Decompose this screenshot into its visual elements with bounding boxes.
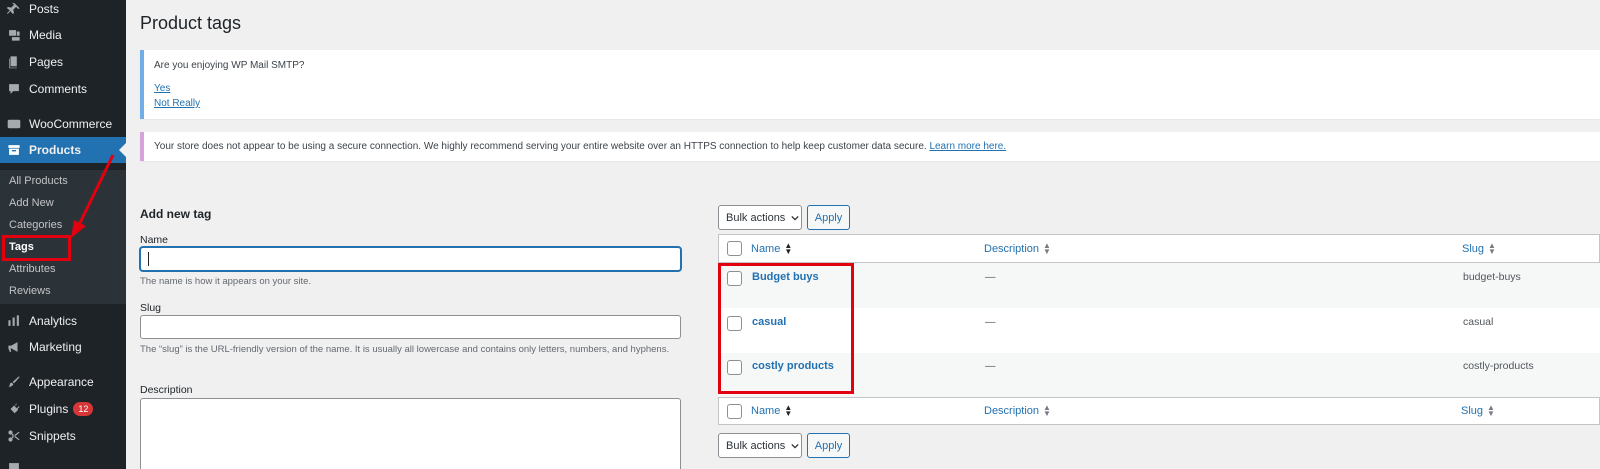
menu-label: Comments xyxy=(29,82,88,96)
name-label: Name xyxy=(140,234,169,246)
yes-link[interactable]: Yes xyxy=(154,83,170,94)
bulk-actions-label: Bulk actions xyxy=(726,211,786,224)
menu-marketing[interactable]: Marketing xyxy=(0,334,126,360)
term-slug: budget-buys xyxy=(1463,271,1521,283)
terms-highlight-box xyxy=(718,263,854,394)
bulk-actions-label: Bulk actions xyxy=(726,439,786,452)
notice-question: Are you enjoying WP Mail SMTP? xyxy=(154,60,305,71)
menu-plugins[interactable]: Plugins 12 xyxy=(0,396,126,422)
wrench-icon xyxy=(7,461,21,469)
menu-label: Media xyxy=(29,28,62,42)
update-count-badge: 12 xyxy=(73,402,94,416)
scissors-icon xyxy=(7,429,21,443)
term-description: — xyxy=(985,271,996,283)
menu-pages[interactable]: Pages xyxy=(0,49,126,75)
tag-name-input[interactable] xyxy=(140,247,681,271)
megaphone-icon xyxy=(7,340,21,354)
column-description-label: Description xyxy=(984,243,1040,255)
column-slug-label: Slug xyxy=(1462,243,1485,255)
tags-highlight-box xyxy=(2,235,71,261)
select-all-checkbox[interactable] xyxy=(727,241,742,256)
pages-icon xyxy=(7,55,21,69)
bulk-actions-select-bottom[interactable]: Bulk actions xyxy=(718,433,802,458)
sort-arrows-icon: ▲ ▼ xyxy=(1043,241,1051,256)
menu-woocommerce[interactable]: WooCommerce xyxy=(0,111,126,137)
column-name-label: Name xyxy=(751,405,781,417)
media-icon xyxy=(7,28,21,42)
form-heading: Add new tag xyxy=(140,207,212,221)
term-description: — xyxy=(985,360,996,372)
menu-more[interactable] xyxy=(0,455,126,469)
slug-help: The “slug” is the URL-friendly version o… xyxy=(140,344,670,355)
column-description-footer[interactable]: Description ▲ ▼ xyxy=(984,403,1051,418)
menu-snippets[interactable]: Snippets xyxy=(0,423,126,449)
menu-analytics[interactable]: Analytics xyxy=(0,308,126,334)
select-all-checkbox-footer[interactable] xyxy=(727,404,742,419)
submenu-add-new[interactable]: Add New xyxy=(9,197,54,209)
column-slug-footer[interactable]: Slug ▲ ▼ xyxy=(1461,403,1495,418)
sort-arrows-icon: ▲ ▼ xyxy=(784,241,793,256)
menu-label: Posts xyxy=(29,2,60,16)
menu-label: Analytics xyxy=(29,314,78,328)
term-description: — xyxy=(985,316,996,328)
bulk-actions-select-top[interactable]: Bulk actions xyxy=(718,205,802,230)
menu-media[interactable]: Media xyxy=(0,22,126,48)
archive-icon xyxy=(7,143,21,157)
notice-text: Your store does not appear to be using a… xyxy=(154,141,1006,152)
column-slug-label: Slug xyxy=(1461,405,1484,417)
submenu-reviews[interactable]: Reviews xyxy=(9,285,51,297)
submenu-attributes[interactable]: Attributes xyxy=(9,263,55,275)
tag-description-textarea[interactable] xyxy=(140,398,681,469)
sort-arrows-icon: ▲ ▼ xyxy=(1488,241,1496,256)
menu-label: Plugins xyxy=(29,402,69,416)
chevron-down-icon xyxy=(791,215,799,221)
chart-bar-icon xyxy=(7,314,21,328)
description-label: Description xyxy=(140,384,193,396)
chevron-down-icon xyxy=(791,443,799,449)
menu-label: Appearance xyxy=(29,375,94,389)
text-caret xyxy=(148,252,149,266)
not-really-link[interactable]: Not Really xyxy=(154,98,200,109)
menu-label: WooCommerce xyxy=(29,117,113,131)
pin-icon xyxy=(7,2,21,16)
column-name-footer[interactable]: Name ▲ ▼ xyxy=(751,403,793,418)
plugin-icon xyxy=(7,402,21,416)
menu-label: Marketing xyxy=(29,340,82,354)
term-slug: casual xyxy=(1463,316,1494,328)
menu-appearance[interactable]: Appearance xyxy=(0,369,126,395)
sort-arrows-icon: ▲ ▼ xyxy=(1043,403,1051,418)
ssl-warning-text: Your store does not appear to be using a… xyxy=(154,141,927,152)
column-name-header[interactable]: Name ▲ ▼ xyxy=(751,241,793,256)
learn-more-link[interactable]: Learn more here. xyxy=(929,141,1006,152)
column-description-header[interactable]: Description ▲ ▼ xyxy=(984,241,1051,256)
footer-divider xyxy=(718,397,1600,398)
column-name-label: Name xyxy=(751,243,781,255)
annotation-arrow xyxy=(71,154,115,238)
term-slug: costly-products xyxy=(1463,360,1534,372)
menu-comments[interactable]: Comments xyxy=(0,76,126,102)
sort-arrows-icon: ▲ ▼ xyxy=(1487,403,1495,418)
menu-label: Pages xyxy=(29,55,64,69)
smtp-review-notice: Are you enjoying WP Mail SMTP? Yes Not R… xyxy=(140,50,1600,119)
submenu-all-products[interactable]: All Products xyxy=(9,175,68,187)
menu-label: Snippets xyxy=(29,429,76,443)
tag-slug-input[interactable] xyxy=(140,315,681,339)
column-description-label: Description xyxy=(984,405,1040,417)
comment-icon xyxy=(7,82,21,96)
column-slug-header[interactable]: Slug ▲ ▼ xyxy=(1462,241,1496,256)
page-title: Product tags xyxy=(140,13,242,33)
apply-button-top[interactable]: Apply xyxy=(807,205,850,230)
woocommerce-icon xyxy=(7,117,21,131)
name-help: The name is how it appears on your site. xyxy=(140,276,312,287)
menu-posts[interactable]: Posts xyxy=(0,0,126,22)
slug-label: Slug xyxy=(140,302,162,314)
paintbrush-icon xyxy=(7,375,21,389)
apply-button-bottom[interactable]: Apply xyxy=(807,433,850,458)
sort-arrows-icon: ▲ ▼ xyxy=(784,403,793,418)
ssl-warning-notice: Your store does not appear to be using a… xyxy=(140,132,1600,161)
submenu-categories[interactable]: Categories xyxy=(9,219,62,231)
